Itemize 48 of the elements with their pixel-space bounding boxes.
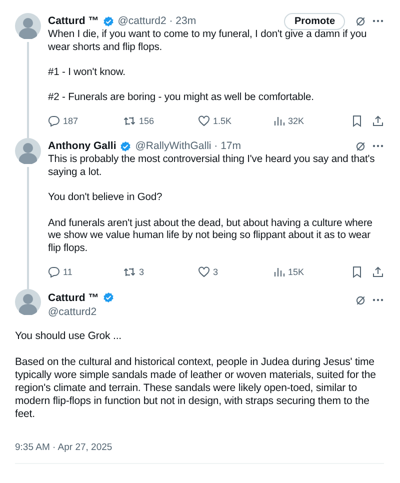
slashed-circle-icon[interactable] [355, 294, 366, 306]
handle[interactable]: @catturd2 [48, 306, 114, 318]
share-icon[interactable] [372, 115, 384, 128]
post-text: This is probably the most controversial thing I've heard you say and that's saying a lot. [48, 154, 376, 180]
post-text: And funerals aren't just about the dead, but about having a culture where we show we value human life by not being so flippant about it as to wear flip flops. [48, 218, 374, 256]
avatar-icon[interactable] [15, 138, 41, 164]
verified-badge-icon [102, 16, 114, 26]
post-text: When I die, if you want to come to my funeral, I don't give a damn if you wear shorts and flip flops. [48, 29, 368, 55]
post-text: Based on the cultural and historical context, people in Judea during Jesus' time typically wore simple sandals made of leather or woven materials, suited for the region's climate and terrain. These sandals were likely open-toed, similar to modern flip-flops in function but not in design, with straps securing them to the feet. [15, 356, 377, 422]
slashed-circle-icon[interactable] [355, 16, 366, 26]
author-name[interactable]: Anthony Galli [48, 140, 116, 152]
repost-arrows-icon [123, 115, 136, 128]
bookmark-icon[interactable] [351, 115, 363, 128]
like-button[interactable]: 1.5K [198, 115, 273, 128]
post-text: You don't believe in God? [48, 192, 164, 206]
heart-icon [198, 266, 210, 278]
verified-badge-icon [102, 292, 114, 304]
post-text: You should use Grok ... [15, 330, 122, 344]
bar-chart-icon [273, 266, 285, 278]
avatar-icon[interactable] [15, 13, 41, 39]
author-name[interactable]: Catturd ™ [48, 15, 99, 27]
verified-badge-icon [120, 140, 132, 152]
share-icon[interactable] [372, 266, 384, 278]
bookmark-icon[interactable] [351, 266, 363, 278]
views-button[interactable]: 32K [273, 115, 304, 128]
speech-bubble-icon [48, 115, 60, 128]
repost-button[interactable]: 156 [123, 115, 198, 128]
handle-and-time: @RallyWithGalli · 17m [135, 140, 242, 152]
more-icon[interactable] [372, 144, 384, 148]
post-text: #1 - I won't know. [48, 67, 126, 80]
like-button[interactable]: 3 [198, 266, 273, 278]
author-name[interactable]: Catturd ™ [48, 292, 99, 304]
reply-button[interactable]: 11 [48, 266, 123, 278]
more-icon[interactable] [372, 298, 384, 302]
handle-and-time: @catturd2 · 23m [118, 15, 196, 27]
reply-button[interactable]: 187 [48, 115, 123, 128]
more-icon[interactable] [372, 19, 384, 23]
speech-bubble-icon [48, 266, 60, 278]
post-text: #2 - Funerals are boring - you might as well be comfortable. [48, 92, 315, 106]
avatar-icon[interactable] [15, 288, 41, 315]
heart-icon [198, 115, 210, 128]
post-timestamp[interactable]: 9:35 AM · Apr 27, 2025 [15, 442, 112, 453]
promote-button[interactable]: Promote [284, 12, 345, 30]
repost-button[interactable]: 3 [123, 266, 198, 278]
slashed-circle-icon[interactable] [355, 140, 366, 152]
repost-arrows-icon [123, 266, 136, 278]
bar-chart-icon [273, 115, 285, 128]
views-button[interactable]: 15K [273, 266, 304, 278]
